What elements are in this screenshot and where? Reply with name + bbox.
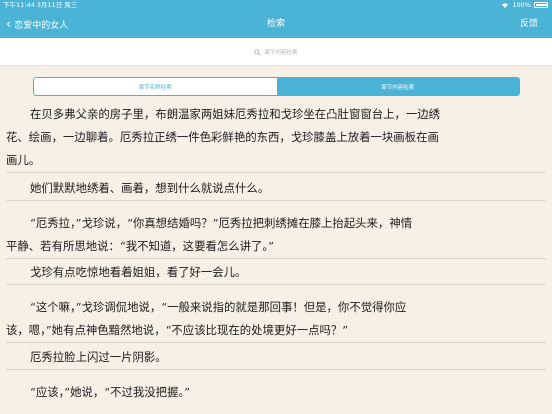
page-title: 检索 (266, 19, 285, 29)
segment-chapter-content-search[interactable]: 章节内容检索 (276, 78, 519, 95)
result-paragraph[interactable]: 厄秀拉脸上闪过一片阴影。 (6, 346, 546, 370)
result-paragraph[interactable]: “这个嘛，”戈珍调侃地说，“一般来说指的就是那回事！但是，你不觉得你应 该，嗯，… (6, 296, 546, 343)
battery-fill (536, 4, 547, 6)
paragraph-line: 画儿。 (6, 153, 41, 167)
status-bar: 下午11:44 3月11日 周三 100% (0, 0, 552, 10)
status-right-group: 100% (501, 0, 548, 10)
search-mode-segmented-control: 章节名称检索 章节内容检索 (33, 77, 520, 96)
paragraph-line: “厄秀拉，”戈珍说，“你真想结婚吗？”厄秀拉把刺绣摊在膝上抬起头来，神情 (30, 216, 413, 230)
result-paragraph[interactable]: 在贝多弗父亲的房子里，布朗温家两姐妹厄秀拉和戈珍坐在凸肚窗窗台上，一边绣 花、绘… (6, 103, 546, 173)
paragraph-line: 她们默默地绣着、画着，想到什么就说点什么。 (30, 181, 270, 195)
feedback-button[interactable]: 反馈 (520, 10, 538, 38)
result-paragraph[interactable]: “应该，”她说，“不过我没把握。” (6, 381, 546, 404)
result-paragraph[interactable]: “厄秀拉，”戈珍说，“你真想结婚吗？”厄秀拉把刺绣摊在膝上抬起头来，神情 平静、… (6, 212, 546, 259)
paragraph-line: 在贝多弗父亲的房子里，布朗温家两姐妹厄秀拉和戈珍坐在凸肚窗窗台上，一边绣 (30, 107, 441, 121)
result-paragraph[interactable]: 她们默默地绣着、画着，想到什么就说点什么。 (6, 177, 546, 201)
back-button[interactable]: ‹ 恋爱中的女人 (6, 10, 68, 38)
result-paragraph[interactable]: 戈珍有点吃惊地看着姐姐，看了好一会儿。 (6, 261, 546, 285)
paragraph-line: 该，嗯，”她有点神色黯然地说，“不应该比现在的处境更好一点吗？” (6, 323, 349, 337)
paragraph-line: 戈珍有点吃惊地看着姐姐，看了好一会儿。 (30, 265, 247, 279)
paragraph-line: “这个嘛，”戈珍调侃地说，“一般来说指的就是那回事！但是，你不觉得你应 (30, 300, 407, 314)
search-icon (254, 48, 262, 56)
wifi-icon (502, 3, 509, 8)
segment-chapter-name-search[interactable]: 章节名称检索 (34, 78, 277, 95)
paragraph-line: 花、绘画，一边聊着。厄秀拉正绣一件色彩鲜艳的东西，戈珍膝盖上放着一块画板在画 (6, 130, 439, 144)
search-placeholder: 章节内容检索 (264, 50, 298, 56)
search-input[interactable]: 章节内容检索 (14, 43, 538, 61)
battery-icon (534, 2, 548, 8)
paragraph-line: “应该，”她说，“不过我没把握。” (30, 385, 190, 399)
search-area: 章节内容检索 (0, 38, 552, 66)
battery-percent: 100% (512, 1, 531, 9)
status-time-date: 下午11:44 3月11日 周三 (3, 1, 78, 9)
back-label: 恋爱中的女人 (14, 20, 69, 31)
paragraph-line: 厄秀拉脸上闪过一片阴影。 (30, 350, 167, 364)
chevron-left-icon: ‹ (6, 16, 12, 32)
paragraph-line: 平静、若有所思地说：“我不知道，这要看怎么讲了。” (6, 239, 274, 253)
navigation-bar: ‹ 恋爱中的女人 检索 反馈 (0, 10, 552, 38)
